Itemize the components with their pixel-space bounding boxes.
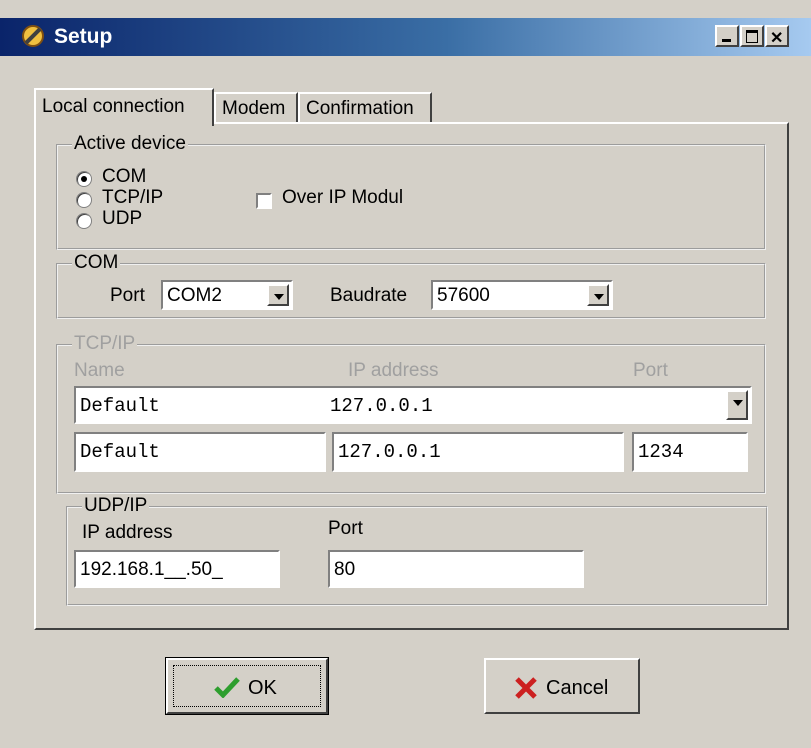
radio-selected-dot (81, 176, 87, 182)
tab-local-connection[interactable]: Local connection (34, 88, 214, 126)
radio-com[interactable] (76, 171, 92, 187)
tcpip-group: TCP/IP Name IP address Port Default 127.… (56, 333, 766, 494)
over-ip-modul-label: Over IP Modul (282, 187, 404, 208)
radio-udp[interactable] (76, 213, 92, 229)
checkmark-icon (214, 676, 240, 704)
com-legend: COM (72, 252, 121, 274)
tcpip-name-input[interactable]: Default (74, 432, 326, 472)
com-port-select[interactable]: COM2 (161, 280, 293, 310)
udp-group: UDP/IP IP address Port 192.168.1__.50_ 8… (66, 495, 768, 606)
com-port-value: COM2 (167, 285, 222, 306)
cancel-label: Cancel (546, 677, 609, 699)
close-button[interactable]: ✕ (765, 25, 789, 47)
baudrate-value: 57600 (437, 285, 490, 306)
baudrate-label: Baudrate (330, 285, 408, 306)
baudrate-select[interactable]: 57600 (431, 280, 613, 310)
com-group: COM Port COM2 Baudrate 57600 (56, 252, 766, 319)
tcpip-name-header: Name (74, 360, 125, 381)
maximize-icon (746, 30, 758, 43)
tab-panel: Active device COM TCP/IP UDP Over IP Mod… (34, 122, 789, 630)
tcpip-combo-ip: 127.0.0.1 (330, 395, 433, 417)
window-title: Setup (54, 25, 113, 48)
chevron-down-icon[interactable] (267, 284, 289, 306)
tcpip-ip-value: 127.0.0.1 (338, 441, 441, 463)
chevron-down-icon[interactable] (587, 284, 609, 306)
active-device-group: Active device COM TCP/IP UDP Over IP Mod… (56, 133, 766, 250)
tcpip-name-value: Default (80, 441, 160, 463)
tcpip-ip-header: IP address (348, 360, 439, 381)
active-device-legend: Active device (72, 133, 188, 155)
udp-ip-input[interactable]: 192.168.1__.50_ (74, 550, 280, 588)
udp-port-value: 80 (334, 559, 356, 580)
tcpip-legend: TCP/IP (72, 333, 138, 355)
tcpip-combo-name: Default (80, 395, 160, 417)
title-bar[interactable]: Setup ✕ (0, 18, 811, 56)
udp-ip-label: IP address (82, 522, 173, 543)
tcpip-port-header: Port (633, 360, 668, 381)
com-port-label: Port (110, 285, 145, 306)
tab-label: Confirmation (306, 98, 414, 119)
minimize-icon (722, 39, 731, 42)
radio-tcpip-label: TCP/IP (102, 187, 164, 208)
maximize-button[interactable] (740, 25, 764, 47)
tab-confirmation[interactable]: Confirmation (298, 92, 432, 122)
radio-com-label: COM (102, 166, 147, 187)
chevron-down-icon[interactable] (726, 390, 748, 420)
ok-button[interactable]: OK (165, 657, 329, 715)
tab-label: Local connection (42, 96, 185, 117)
tcpip-profile-combo[interactable]: Default 127.0.0.1 (74, 386, 752, 424)
cancel-button[interactable]: Cancel (484, 658, 640, 714)
udp-port-input[interactable]: 80 (328, 550, 584, 588)
tab-label: Modem (222, 98, 286, 119)
tcpip-port-input[interactable]: 1234 (632, 432, 748, 472)
tab-modem[interactable]: Modem (214, 92, 298, 122)
close-icon: ✕ (770, 30, 784, 47)
ok-label: OK (248, 677, 277, 699)
udp-port-label: Port (328, 518, 363, 539)
x-icon (514, 676, 538, 706)
udp-legend: UDP/IP (82, 495, 150, 517)
focus-rect (173, 665, 321, 707)
radio-udp-label: UDP (102, 208, 143, 229)
over-ip-modul-checkbox[interactable] (256, 193, 272, 209)
tcpip-ip-input[interactable]: 127.0.0.1 (332, 432, 624, 472)
radio-tcpip[interactable] (76, 192, 92, 208)
minimize-button[interactable] (715, 25, 739, 47)
setup-wrench-icon (20, 23, 46, 49)
udp-ip-value: 192.168.1__.50_ (80, 559, 223, 580)
tcpip-port-value: 1234 (638, 441, 684, 463)
